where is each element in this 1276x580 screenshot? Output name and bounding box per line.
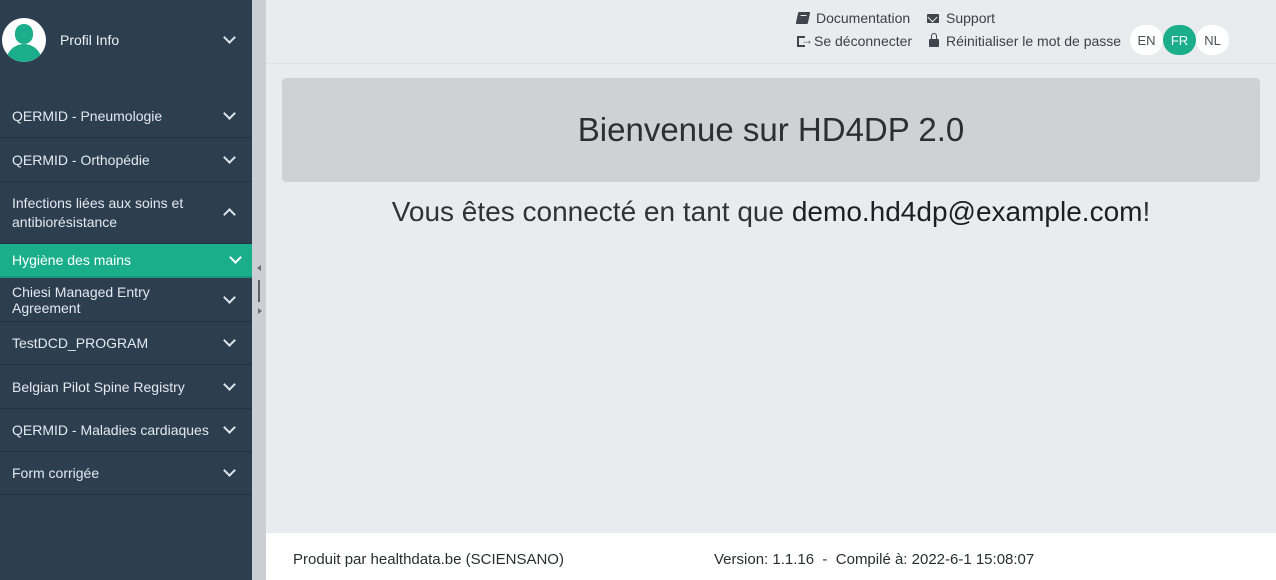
support-label: Support xyxy=(946,10,996,26)
sidebar-item-qermid-maladies-cardiaques[interactable]: QERMID - Maladies cardiaques xyxy=(0,409,252,452)
logout-link[interactable]: Se déconnecter xyxy=(797,33,912,49)
language-switcher: EN FR NL xyxy=(1130,25,1229,55)
produced-by-text: Produit par healthdata.be (SCIENSANO) xyxy=(293,551,564,568)
top-bar: Documentation Support Se déconnecter Réi… xyxy=(266,0,1276,64)
documentation-label: Documentation xyxy=(816,10,911,26)
sidebar-item-label: TestDCD_PROGRAM xyxy=(12,335,149,351)
chevron-down-icon xyxy=(223,107,236,120)
profile-info-label: Profil Info xyxy=(60,32,120,48)
footer: Produit par healthdata.be (SCIENSANO) Ve… xyxy=(266,533,1276,580)
chevron-down-icon xyxy=(223,290,236,304)
profile-info-toggle[interactable]: Profil Info xyxy=(0,0,252,80)
chevron-down-icon xyxy=(223,334,236,347)
language-en-button[interactable]: EN xyxy=(1130,25,1163,55)
sidebar-menu: QERMID - Pneumologie QERMID - Orthopédie… xyxy=(0,95,252,495)
language-nl-button[interactable]: NL xyxy=(1196,25,1229,55)
envelope-icon xyxy=(927,13,939,23)
footer-separator: - xyxy=(822,551,828,568)
logged-in-prefix: Vous êtes connecté en tant que xyxy=(391,196,792,227)
chevron-down-icon xyxy=(223,31,236,44)
sidebar-item-label: QERMID - Maladies cardiaques xyxy=(12,422,209,438)
language-fr-button[interactable]: FR xyxy=(1163,25,1196,55)
sidebar-item-belgian-pilot-spine[interactable]: Belgian Pilot Spine Registry xyxy=(0,365,252,409)
sidebar-item-hygiene-des-mains[interactable]: Hygiène des mains xyxy=(0,244,252,278)
sidebar-item-form-corrigee[interactable]: Form corrigée xyxy=(0,452,252,495)
compiled-text: Compilé à: 2022-6-1 15:08:07 xyxy=(835,551,1035,568)
sidebar-item-label: Form corrigée xyxy=(12,465,100,481)
collapse-left-icon[interactable] xyxy=(257,265,261,271)
page-title: Bienvenue sur HD4DP 2.0 xyxy=(577,111,965,148)
sidebar-item-qermid-pneumologie[interactable]: QERMID - Pneumologie xyxy=(0,95,252,138)
main-content: Documentation Support Se déconnecter Réi… xyxy=(266,0,1276,580)
chevron-down-icon xyxy=(223,150,236,164)
sidebar-item-label: QERMID - Pneumologie xyxy=(12,108,163,124)
book-icon xyxy=(795,12,811,24)
support-link[interactable]: Support xyxy=(927,10,995,26)
drag-handle-icon[interactable] xyxy=(258,280,260,302)
logged-in-suffix: ! xyxy=(1142,196,1151,227)
avatar-icon xyxy=(2,18,46,62)
lock-icon xyxy=(929,33,939,47)
logged-in-message: Vous êtes connecté en tant que demo.hd4d… xyxy=(266,196,1276,228)
chevron-up-icon xyxy=(223,207,236,221)
sidebar-item-label: Belgian Pilot Spine Registry xyxy=(12,378,185,395)
version-info: Version: 1.1.16 - Compilé à: 2022-6-1 15… xyxy=(714,551,1034,568)
reset-password-link[interactable]: Réinitialiser le mot de passe xyxy=(929,33,1121,49)
logged-in-user: demo.hd4dp@example.com xyxy=(791,196,1143,227)
sidebar-item-label: Infections liées aux soins et antibiorés… xyxy=(12,194,184,230)
chevron-down-icon xyxy=(229,251,242,264)
chevron-down-icon xyxy=(223,377,236,391)
welcome-banner: Bienvenue sur HD4DP 2.0 xyxy=(282,78,1260,182)
sidebar-item-qermid-orthopedie[interactable]: QERMID - Orthopédie xyxy=(0,138,252,182)
sidebar-item-label: Hygiène des mains xyxy=(12,252,132,268)
sidebar-item-infections[interactable]: Infections liées aux soins et antibiorés… xyxy=(0,182,252,244)
chevron-down-icon xyxy=(223,464,236,477)
sidebar-resize-handle[interactable] xyxy=(252,0,266,580)
logout-label: Se déconnecter xyxy=(814,33,913,49)
sidebar-item-label: QERMID - Orthopédie xyxy=(12,151,150,168)
documentation-link[interactable]: Documentation xyxy=(795,10,911,26)
expand-right-icon[interactable] xyxy=(258,308,262,314)
sidebar-item-testdcd-program[interactable]: TestDCD_PROGRAM xyxy=(0,322,252,365)
chevron-down-icon xyxy=(223,421,236,434)
sidebar-item-chiesi[interactable]: Chiesi Managed Entry Agreement xyxy=(0,278,252,322)
sign-out-icon xyxy=(797,33,813,47)
reset-password-label: Réinitialiser le mot de passe xyxy=(946,33,1122,49)
version-text: Version: 1.1.16 xyxy=(714,551,815,568)
sidebar: Profil Info QERMID - Pneumologie QERMID … xyxy=(0,0,252,580)
sidebar-item-label: Chiesi Managed Entry Agreement xyxy=(12,283,150,316)
